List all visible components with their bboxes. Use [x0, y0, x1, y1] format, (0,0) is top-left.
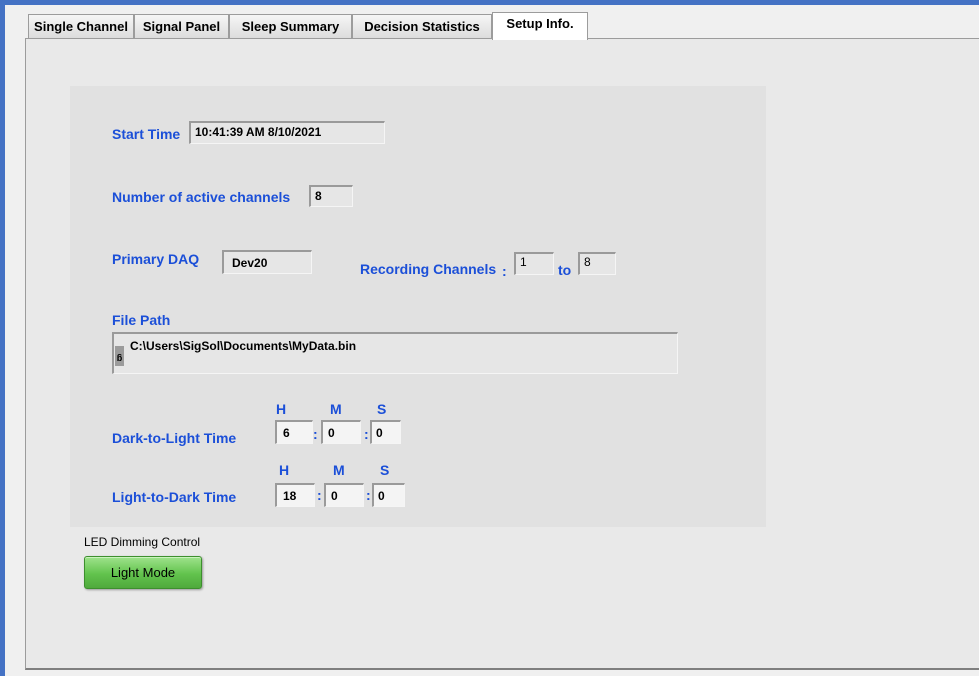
recording-to-indicator: 8 — [578, 252, 616, 275]
path-browse-icon: ᵷ — [115, 346, 124, 366]
dtl-colon-1: : — [313, 426, 318, 442]
start-time-label: Start Time — [112, 126, 181, 142]
window-left-border — [0, 0, 5, 676]
window-top-border — [0, 0, 979, 5]
dtl-minutes-header: M — [330, 401, 342, 417]
start-time-indicator: 10:41:39 AM 8/10/2021 — [189, 121, 385, 144]
ltd-colon-2: : — [366, 487, 371, 503]
ltd-minutes-field[interactable]: 0 — [324, 483, 364, 507]
file-path-label: File Path — [112, 312, 171, 328]
light-mode-button-label: Light Mode — [110, 565, 176, 580]
tab-signal-panel[interactable]: Signal Panel — [134, 14, 229, 38]
recording-from-indicator: 1 — [514, 252, 554, 275]
ltd-hours-header: H — [279, 462, 290, 478]
ltd-seconds-field[interactable]: 0 — [372, 483, 405, 507]
file-path-value: C:\Users\SigSol\Documents\MyData.bin — [130, 339, 357, 353]
ltd-seconds-header: S — [380, 462, 390, 478]
setup-info-panel — [70, 86, 766, 527]
ltd-colon-1: : — [317, 487, 322, 503]
ltd-hours-field[interactable]: 18 — [275, 483, 315, 507]
active-channels-label: Number of active channels — [112, 189, 291, 205]
file-path-indicator: ᵷ C:\Users\SigSol\Documents\MyData.bin — [112, 332, 678, 374]
recording-channels-colon: : — [502, 263, 507, 279]
primary-daq-indicator: Dev20 — [222, 250, 312, 274]
dtl-seconds-field[interactable]: 0 — [370, 420, 401, 444]
dtl-seconds-header: S — [377, 401, 387, 417]
active-channels-indicator: 8 — [309, 185, 353, 207]
dtl-hours-field[interactable]: 6 — [275, 420, 313, 444]
tab-decision-statistics[interactable]: Decision Statistics — [352, 14, 492, 38]
dtl-minutes-field[interactable]: 0 — [321, 420, 361, 444]
dtl-hours-header: H — [276, 401, 287, 417]
light-mode-button[interactable]: Light Mode — [84, 556, 202, 589]
tab-single-channel[interactable]: Single Channel — [28, 14, 134, 38]
primary-daq-label: Primary DAQ — [112, 251, 200, 267]
dark-to-light-label: Dark-to-Light Time — [112, 430, 237, 446]
dtl-colon-2: : — [364, 426, 369, 442]
ltd-minutes-header: M — [333, 462, 345, 478]
tab-setup-info[interactable]: Setup Info. — [492, 12, 588, 40]
recording-to-label: to — [558, 262, 572, 278]
led-dimming-label: LED Dimming Control — [84, 535, 201, 549]
tab-sleep-summary[interactable]: Sleep Summary — [229, 14, 352, 38]
recording-channels-label: Recording Channels — [360, 261, 497, 277]
light-to-dark-label: Light-to-Dark Time — [112, 489, 237, 505]
app-window: Single Channel Signal Panel Sleep Summar… — [0, 0, 979, 676]
